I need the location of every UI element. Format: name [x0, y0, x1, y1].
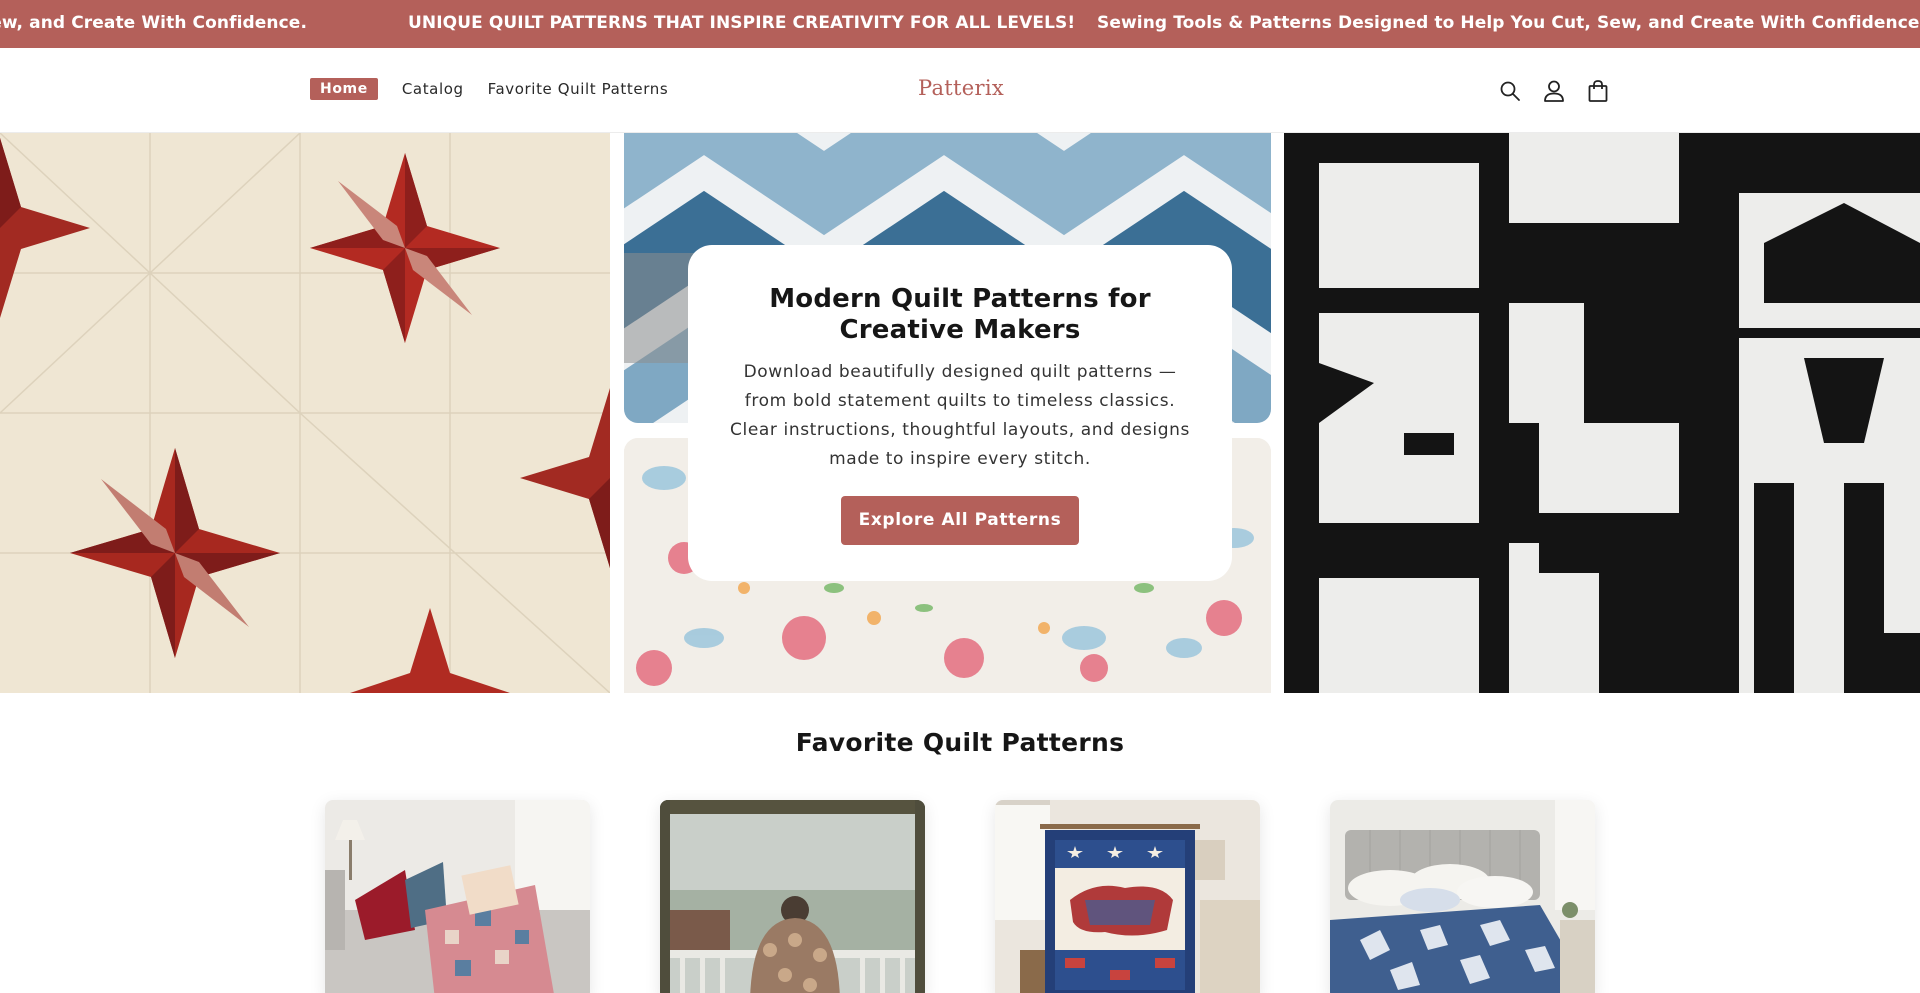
- nav-favorite-quilt-patterns[interactable]: Favorite Quilt Patterns: [488, 80, 669, 98]
- header-icons: [1496, 77, 1628, 105]
- product-card[interactable]: [1330, 800, 1595, 993]
- product-card[interactable]: [995, 800, 1260, 993]
- product-image-patriotic-quilt: [995, 800, 1260, 993]
- explore-all-patterns-button[interactable]: Explore All Patterns: [841, 496, 1079, 545]
- product-image-blue-bed-quilt: [1330, 800, 1595, 993]
- favorites-title: Favorite Quilt Patterns: [795, 728, 1125, 757]
- product-card[interactable]: [660, 800, 925, 993]
- announcement-message: Sewing Tools & Patterns Designed to Help…: [1097, 13, 1920, 33]
- hero-description: Download beautifully designed quilt patt…: [730, 362, 1190, 469]
- product-card[interactable]: [325, 800, 590, 993]
- nav-catalog[interactable]: Catalog: [402, 80, 464, 98]
- announcement-message: UNIQUE QUILT PATTERNS THAT INSPIRE CREAT…: [408, 13, 1076, 33]
- nav-home[interactable]: Home: [310, 78, 378, 100]
- hero-image-star-quilt: [0, 133, 610, 693]
- cart-icon[interactable]: [1584, 77, 1612, 105]
- search-icon[interactable]: [1496, 77, 1524, 105]
- product-image-hexagon-porch: [660, 800, 925, 993]
- account-icon[interactable]: [1540, 77, 1568, 105]
- product-image-patchwork-sofa: [325, 800, 590, 993]
- hero-card: Modern Quilt Patterns for Creative Maker…: [688, 245, 1232, 581]
- hero-image-modern-quilt: [1284, 133, 1920, 693]
- announcement-bar: Sew, and Create With Confidence. UNIQUE …: [0, 0, 1920, 48]
- site-logo[interactable]: Patterix: [918, 76, 1004, 100]
- hero-title: Modern Quilt Patterns for Creative Maker…: [769, 284, 1151, 345]
- main-nav: Home Catalog Favorite Quilt Patterns: [310, 78, 692, 100]
- site-header: Home Catalog Favorite Quilt Patterns Pat…: [0, 48, 1920, 133]
- hero-section: Modern Quilt Patterns for Creative Maker…: [0, 133, 1920, 693]
- announcement-message: Sew, and Create With Confidence.: [0, 13, 307, 33]
